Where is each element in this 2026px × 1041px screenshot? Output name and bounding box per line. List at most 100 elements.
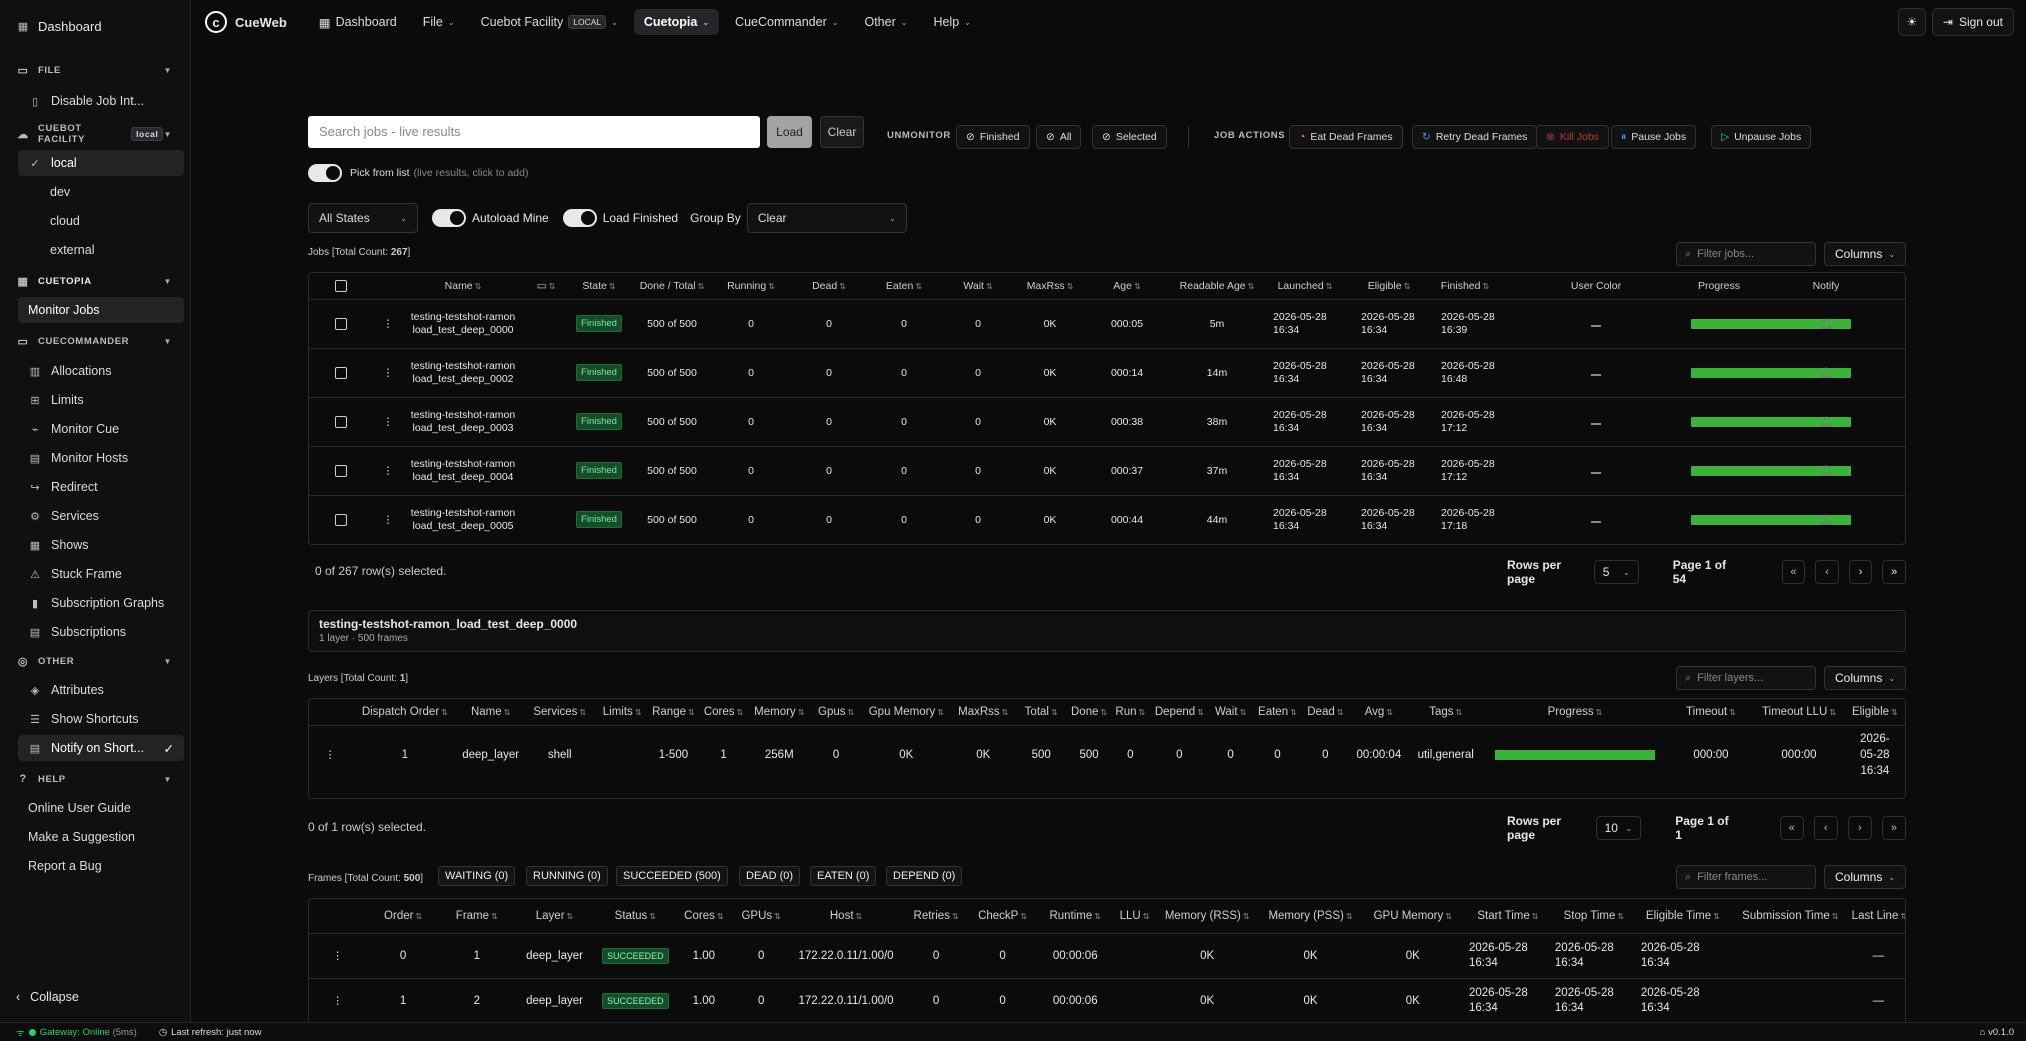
sidebar-item-disable-job[interactable]: ▯ Disable Job Int... <box>18 88 184 114</box>
next-page-button[interactable]: › <box>1847 816 1872 840</box>
sidebar-item-show-shortcuts[interactable]: ☰ Show Shortcuts <box>18 706 184 732</box>
frames-col-header[interactable]: Order ⇅ <box>366 899 440 934</box>
layers-col-header[interactable]: Timeout LLU ⇅ <box>1753 699 1845 726</box>
layers-col-header[interactable]: Cores ⇅ <box>699 699 749 726</box>
row-checkbox[interactable] <box>335 513 347 526</box>
jobs-col-header[interactable]: Readable Age ⇅ <box>1173 273 1261 300</box>
layers-col-header[interactable]: Services ⇅ <box>522 699 597 726</box>
sidebar-dashboard[interactable]: ▦ Dashboard <box>0 0 190 52</box>
frames-col-header[interactable]: Memory (PSS) ⇅ <box>1260 899 1361 934</box>
select-all-header[interactable] <box>309 273 373 300</box>
layers-col-header[interactable]: Limits ⇅ <box>596 699 648 726</box>
frames-tab-depend[interactable]: DEPEND (0) <box>886 866 963 886</box>
frames-col-header[interactable]: Frame ⇅ <box>439 899 514 934</box>
table-row[interactable]: ⋮ 0 1 deep_layer SUCCEEDED 1.00 0 172.22.0.11/1… <box>309 933 1905 979</box>
row-checkbox[interactable] <box>335 464 347 477</box>
sidebar-item-dev[interactable]: dev <box>18 179 184 205</box>
frames-columns-button[interactable]: Columns ⌄ <box>1824 865 1907 889</box>
jobs-col-header[interactable]: MaxRss ⇅ <box>1019 273 1081 300</box>
jobs-col-header[interactable]: Notify <box>1747 273 1905 300</box>
sidebar-item-local[interactable]: ✓ local <box>18 150 184 176</box>
frames-col-header[interactable]: Cores ⇅ <box>675 899 733 934</box>
table-row[interactable]: ⋮ testing-testshot-ramon load_test_deep_00… <box>309 299 1905 349</box>
filter-layers-input[interactable]: ⌕ Filter layers... <box>1676 666 1816 690</box>
layers-col-header[interactable]: Total ⇅ <box>1015 699 1067 726</box>
row-menu-button[interactable]: ⋮ <box>373 397 403 447</box>
row-menu-button[interactable]: ⋮ <box>309 978 366 1022</box>
section-cuetopia[interactable]: ▦ CUETOPIA ▼ <box>0 267 190 295</box>
layers-col-header[interactable]: Progress ⇅ <box>1481 699 1669 726</box>
section-help[interactable]: ? HELP ▼ <box>0 765 190 793</box>
job-name[interactable]: testing-testshot-ramon load_test_deep_000… <box>403 397 523 447</box>
toggle-switch[interactable] <box>562 209 597 227</box>
frames-col-header[interactable]: Stop Time ⇅ <box>1550 899 1637 934</box>
user-color-cell[interactable] <box>1501 495 1691 544</box>
table-row[interactable]: ⋮ testing-testshot-ramon load_test_deep_00… <box>309 397 1905 447</box>
frames-col-header[interactable]: Retries ⇅ <box>902 899 970 934</box>
jobs-col-header[interactable]: Name ⇅ <box>403 273 523 300</box>
bell-icon[interactable]: 🔔︎ <box>1819 514 1832 526</box>
table-row[interactable]: ⋮ 1 2 deep_layer SUCCEEDED 1.00 0 172.22.0.11/1… <box>309 978 1905 1022</box>
eat-dead-frames-button[interactable]: ◔ Eat Dead Frames <box>1289 125 1403 149</box>
jobs-col-header[interactable]: User Color <box>1501 273 1691 300</box>
row-menu-button[interactable]: ⋮ <box>309 725 351 785</box>
layers-col-header[interactable]: MaxRss ⇅ <box>950 699 1016 726</box>
sidebar-item-monitor-cue[interactable]: ⌁ Monitor Cue <box>18 416 184 442</box>
section-cuebot-facility[interactable]: ☁ CUEBOT FACILITY local ▼ <box>0 120 190 148</box>
sidebar-item-notify-shortcuts[interactable]: ▤ Notify on Short... ✓ <box>18 735 184 761</box>
job-name[interactable]: testing-testshot-ramon load_test_deep_000… <box>403 495 523 544</box>
user-color-swatch[interactable] <box>1591 520 1601 523</box>
frames-col-header[interactable]: GPUs ⇅ <box>732 899 790 934</box>
sidebar-item-subscription-graphs[interactable]: ▮ Subscription Graphs <box>18 590 184 616</box>
user-color-cell[interactable] <box>1501 348 1691 398</box>
clear-button[interactable]: Clear <box>820 116 864 148</box>
frames-col-header[interactable]: GPU Memory ⇅ <box>1360 899 1465 934</box>
toggle-switch[interactable] <box>308 164 342 182</box>
frames-col-header[interactable]: CheckP ⇅ <box>969 899 1036 934</box>
autoload-toggle[interactable]: Autoload Mine <box>432 209 549 227</box>
table-row[interactable]: ⋮ testing-testshot-ramon load_test_deep_00… <box>309 348 1905 398</box>
sidebar-item-allocations[interactable]: ▥ Allocations <box>18 358 184 384</box>
layers-col-header[interactable]: Dispatch Order ⇅ <box>351 699 459 726</box>
section-cuecommander[interactable]: ▭ CUECOMMANDER ▼ <box>0 327 190 355</box>
frames-col-header[interactable]: Last Line⇅ <box>1851 899 1905 934</box>
sidebar-item-subscriptions[interactable]: ▤ Subscriptions <box>18 619 184 645</box>
frames-col-header[interactable]: Runtime ⇅ <box>1035 899 1116 934</box>
nav-dashboard[interactable]: ▦ Dashboard <box>309 9 407 36</box>
section-file[interactable]: ▭ FILE ▼ <box>0 56 190 84</box>
select-all-checkbox[interactable] <box>335 279 347 292</box>
sidebar-item-user-guide[interactable]: Online User Guide <box>18 795 184 821</box>
pause-jobs-button[interactable]: ⏸ Pause Jobs <box>1611 125 1697 149</box>
row-menu-button[interactable]: ⋮ <box>373 446 403 496</box>
user-color-cell[interactable] <box>1501 397 1691 447</box>
state-select[interactable]: All States ⌄ <box>308 203 418 233</box>
next-page-button[interactable]: › <box>1848 560 1873 584</box>
bell-icon[interactable]: 🔔︎ <box>1819 465 1832 477</box>
bell-icon[interactable]: 🔔︎ <box>1819 416 1832 428</box>
table-row[interactable]: ⋮ 1 deep_layer shell 1-500 1 256M 0 0K 0K 500 500 0 0… <box>309 725 1905 785</box>
row-menu-button[interactable]: ⋮ <box>373 299 403 349</box>
unmonitor-all-button[interactable]: ⊘ All <box>1036 125 1082 149</box>
row-menu-button[interactable]: ⋮ <box>373 348 403 398</box>
table-row[interactable]: ⋮ testing-testshot-ramon load_test_deep_00… <box>309 446 1905 496</box>
row-checkbox[interactable] <box>335 317 347 330</box>
user-color-swatch[interactable] <box>1591 373 1601 376</box>
user-color-cell[interactable] <box>1501 299 1691 349</box>
row-checkbox[interactable] <box>335 415 347 428</box>
frames-col-header[interactable]: Start Time ⇅ <box>1464 899 1551 934</box>
job-name[interactable]: testing-testshot-ramon load_test_deep_000… <box>403 446 523 496</box>
table-row[interactable]: ⋮ testing-testshot-ramon load_test_deep_00… <box>309 495 1905 544</box>
layers-col-header[interactable]: Done ⇅ <box>1066 699 1112 726</box>
layers-col-header[interactable]: Timeout ⇅ <box>1668 699 1754 726</box>
jobs-columns-button[interactable]: Columns ⌄ <box>1824 242 1907 266</box>
pick-from-list-toggle[interactable]: Pick from list (live results, click to a… <box>308 164 528 182</box>
frames-col-header[interactable]: Submission Time ⇅ <box>1728 899 1852 934</box>
section-other[interactable]: ◎ OTHER ▼ <box>0 647 190 675</box>
layers-col-header[interactable]: Wait ⇅ <box>1209 699 1252 726</box>
rows-per-page-select[interactable]: 10 ⌄ <box>1595 816 1642 840</box>
frames-col-header[interactable]: Host ⇅ <box>789 899 903 934</box>
jobs-col-header[interactable]: Dead ⇅ <box>787 273 871 300</box>
row-select[interactable] <box>309 348 373 398</box>
collapse-button[interactable]: ‹ Collapse <box>16 990 79 1004</box>
layers-col-header[interactable]: Avg ⇅ <box>1347 699 1411 726</box>
